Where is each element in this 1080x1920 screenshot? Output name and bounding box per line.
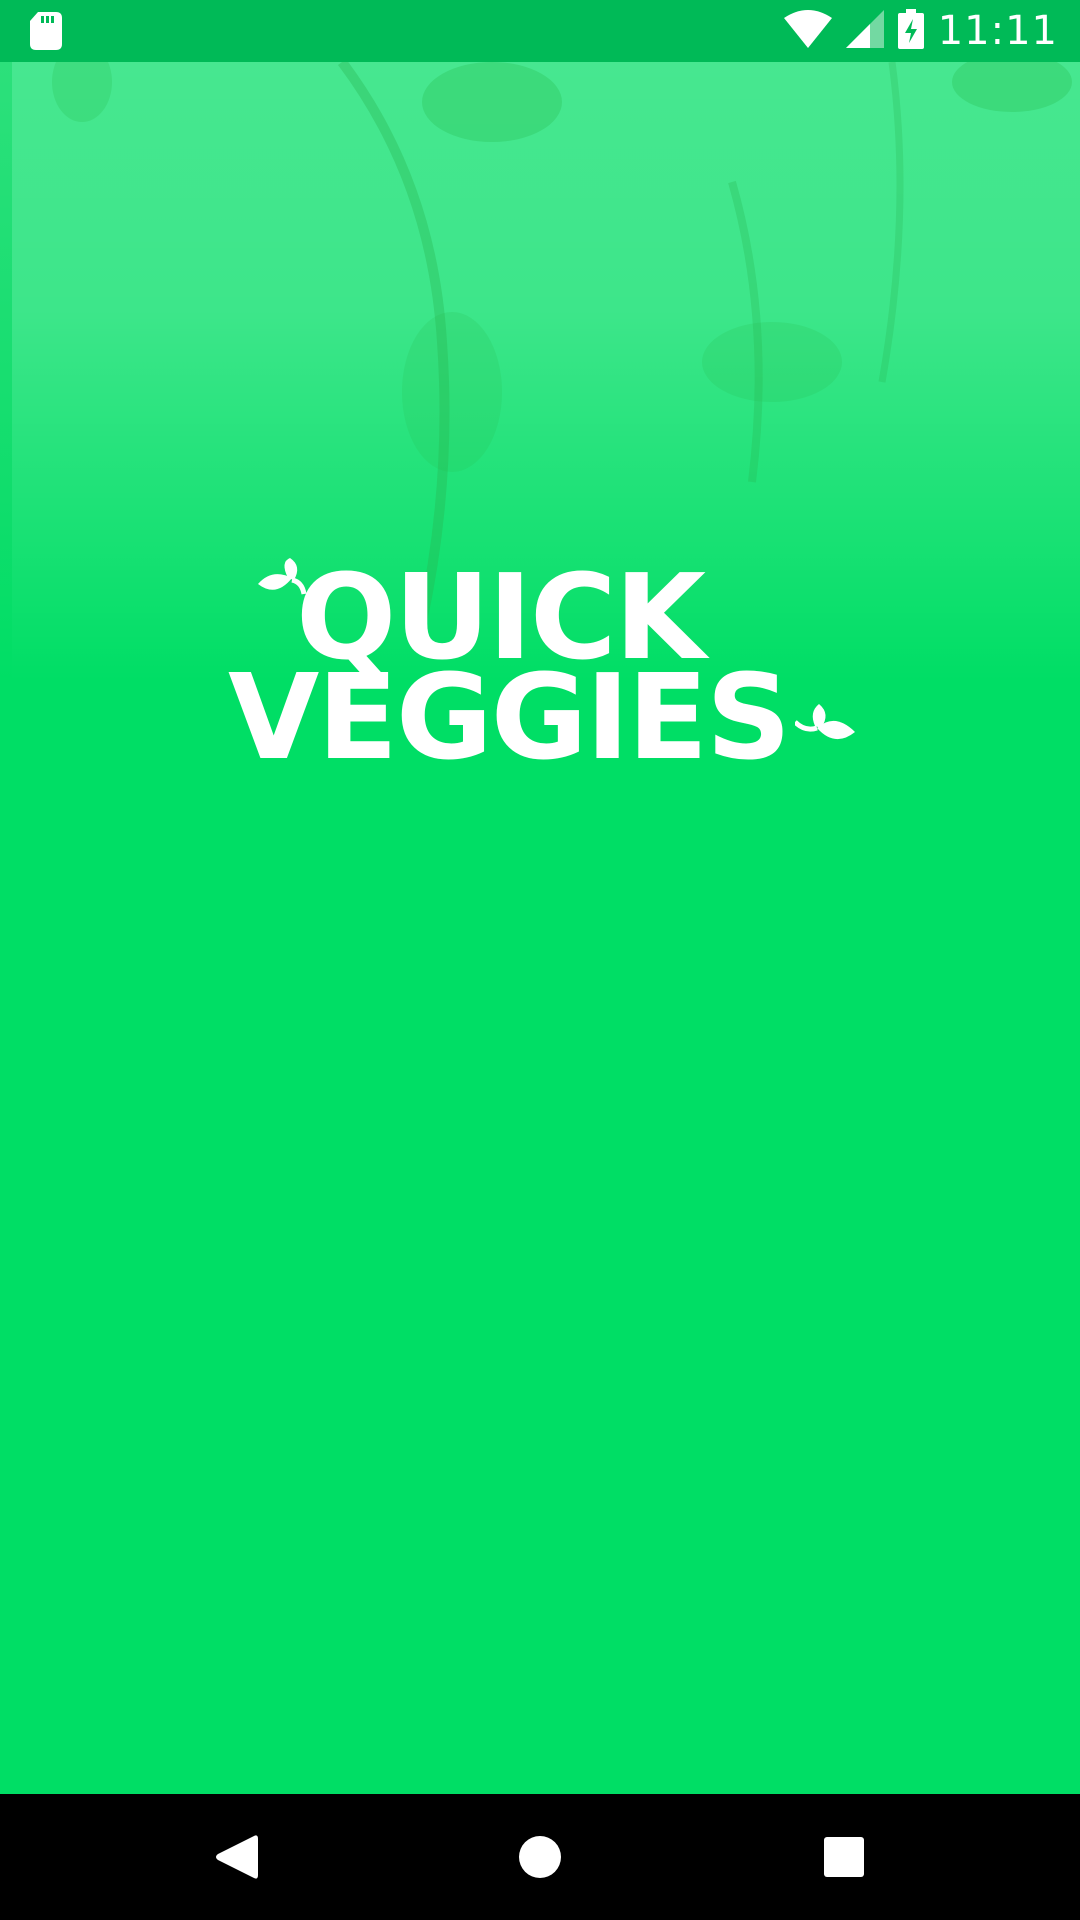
status-time: 11:11	[937, 8, 1058, 54]
status-bar: 11:11	[0, 0, 1080, 62]
app-screen: 11:11 QUICK VEGGIES	[0, 0, 1080, 1920]
battery-charging-icon	[897, 8, 924, 54]
splash-background	[0, 62, 1080, 1794]
home-icon	[519, 1836, 561, 1878]
recents-icon	[824, 1837, 864, 1877]
navigation-bar	[0, 1794, 1080, 1920]
cellular-signal-icon	[845, 9, 884, 53]
recents-button[interactable]	[774, 1794, 914, 1920]
leaf-icon	[795, 704, 855, 740]
wifi-icon	[783, 9, 832, 53]
sd-card-icon	[30, 12, 62, 55]
back-button[interactable]	[166, 1794, 306, 1920]
background-edge	[0, 62, 12, 682]
home-button[interactable]	[470, 1794, 610, 1920]
quick-veggies-logo: QUICK VEGGIES	[220, 552, 860, 784]
back-icon	[216, 1835, 258, 1879]
logo-text-veggies: VEGGIES	[228, 648, 791, 786]
